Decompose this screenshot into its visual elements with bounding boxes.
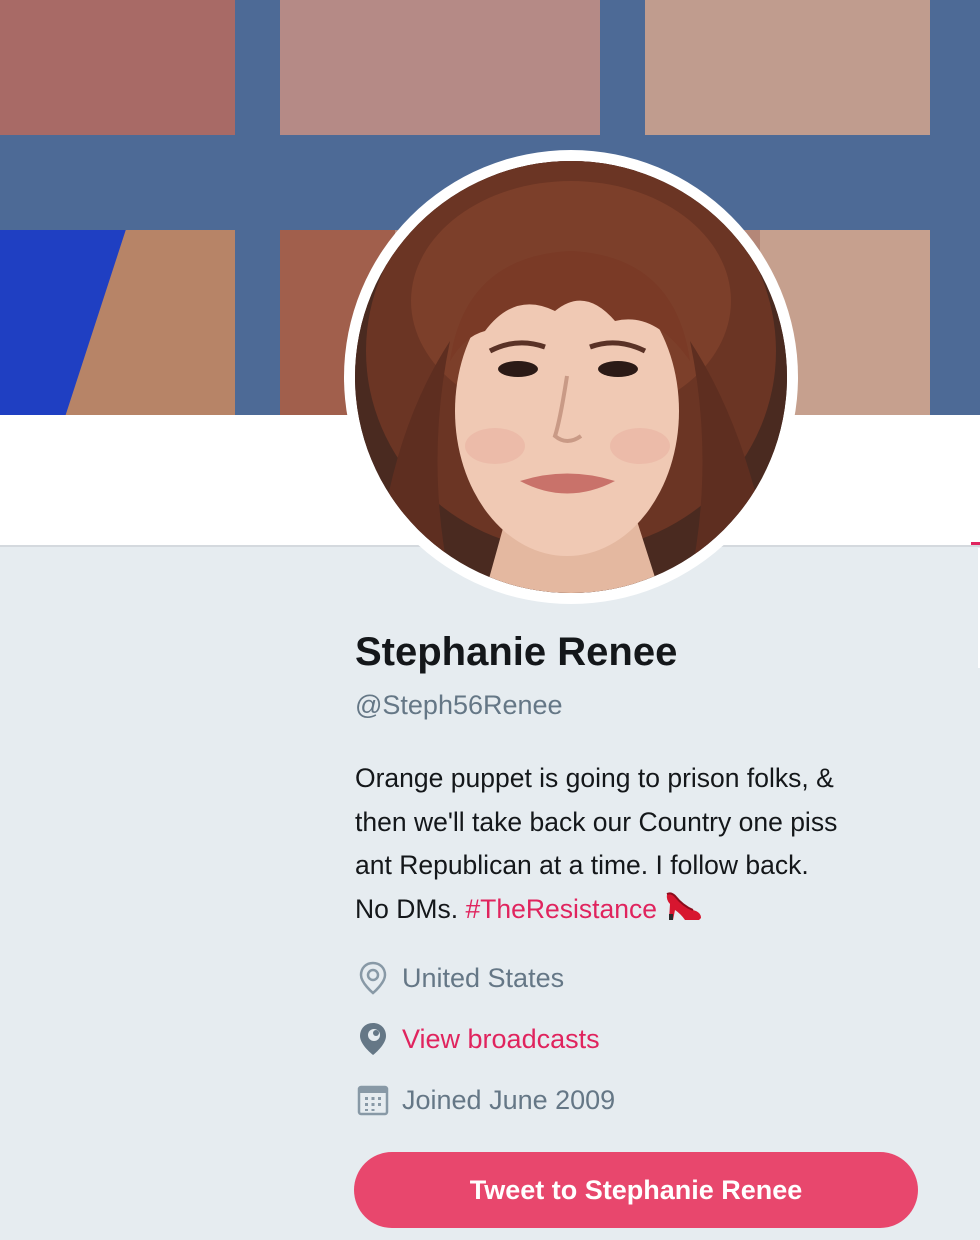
profile-join-date: Joined June 2009: [355, 1080, 615, 1120]
joined-text: Joined June 2009: [402, 1084, 616, 1115]
profile-name[interactable]: Stephanie Renee: [355, 630, 677, 675]
high-heel-shoe-icon: [663, 890, 703, 936]
profile-handle[interactable]: @Steph56Renee: [355, 690, 563, 721]
banner-window-frame: [930, 0, 980, 415]
bio-line: then we'll take back our Country one pis…: [355, 806, 838, 837]
bio-line: Orange puppet is going to prison folks, …: [355, 763, 834, 793]
profile-avatar[interactable]: [344, 150, 798, 604]
bio-line-text: No DMs.: [355, 893, 466, 924]
active-tab-indicator: [971, 542, 980, 545]
profile-location: United States: [355, 958, 564, 998]
banner-window-frame: [235, 0, 280, 415]
avatar-photo: [355, 161, 787, 593]
banner-pane: [275, 0, 605, 140]
bio-line: ant Republican at a time. I follow back.: [355, 850, 809, 880]
calendar-icon: [355, 1082, 391, 1118]
location-text: United States: [402, 962, 565, 993]
profile-bio: Orange puppet is going to prison folks, …: [355, 757, 945, 935]
bio-line: No DMs. #TheResistance: [355, 888, 945, 936]
tweet-to-button[interactable]: Tweet to Stephanie Renee: [354, 1152, 918, 1228]
location-pin-icon: [355, 960, 391, 996]
banner-pane: [640, 0, 980, 140]
hashtag-link[interactable]: #TheResistance: [465, 894, 657, 924]
banner-pane: [0, 0, 240, 140]
view-broadcasts-link[interactable]: View broadcasts: [402, 1024, 600, 1055]
periscope-icon: [355, 1021, 391, 1057]
profile-broadcasts[interactable]: View broadcasts: [355, 1019, 600, 1059]
